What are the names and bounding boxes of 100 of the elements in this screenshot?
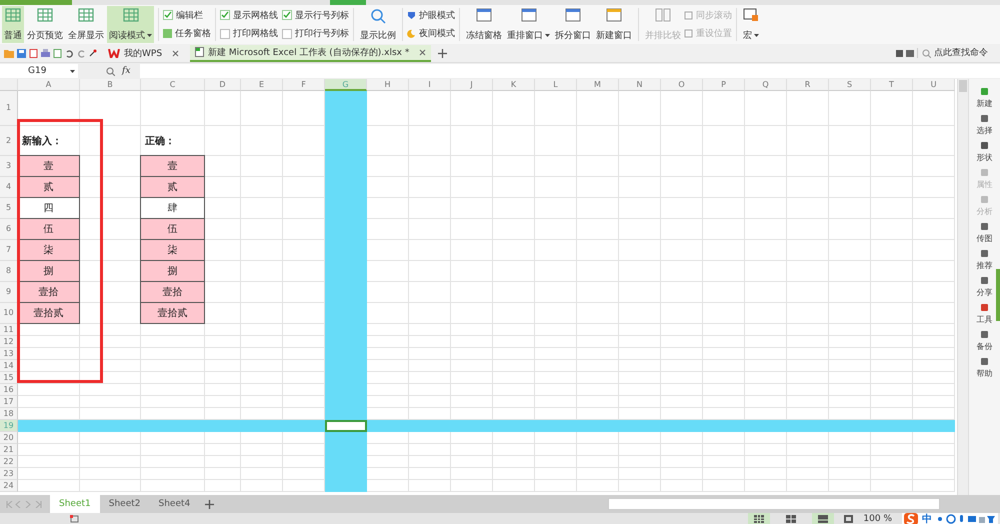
view-mode-button[interactable]: 全屏显示 [66, 6, 106, 43]
checkbox[interactable] [220, 10, 230, 20]
row-header[interactable]: 3 [0, 156, 18, 177]
pin-icon[interactable] [89, 49, 97, 57]
sidebar-button[interactable]: 分享 [976, 276, 992, 298]
row-header[interactable]: 20 [0, 432, 18, 444]
column-header[interactable]: U [913, 79, 955, 91]
sidebar-button[interactable]: 工具 [976, 303, 992, 325]
window-button[interactable]: 新建窗口 [594, 6, 634, 43]
column-header[interactable]: A [18, 79, 80, 91]
row-header[interactable]: 9 [0, 282, 18, 303]
panel-toggle[interactable]: 编辑栏 [163, 8, 211, 22]
active-cell[interactable] [325, 420, 367, 432]
row-header[interactable]: 11 [0, 324, 18, 336]
column-header[interactable]: R [787, 79, 829, 91]
column-header[interactable]: G [325, 79, 367, 91]
column-header[interactable]: E [241, 79, 283, 91]
small-square-icon[interactable] [896, 50, 903, 56]
row-header[interactable]: 22 [0, 456, 18, 468]
eye-protection-icon[interactable] [844, 515, 854, 523]
column-header[interactable]: H [367, 79, 409, 91]
row-header[interactable]: 15 [0, 372, 18, 384]
horizontal-scrollbar[interactable] [608, 498, 940, 510]
sidebar-handle[interactable] [996, 269, 1000, 321]
row-header[interactable]: 4 [0, 177, 18, 198]
row-header[interactable]: 17 [0, 396, 18, 408]
input-mode-toggle[interactable]: 中 [922, 512, 932, 524]
row-header[interactable]: 14 [0, 360, 18, 372]
name-box[interactable]: G19 [0, 64, 78, 78]
panel-toggle[interactable]: 任务窗格 [163, 27, 211, 40]
row-header[interactable]: 18 [0, 408, 18, 420]
column-header[interactable]: O [661, 79, 703, 91]
row-header[interactable]: 16 [0, 384, 18, 396]
sheet-tab[interactable]: Sheet1 [50, 495, 100, 513]
redo-icon[interactable] [77, 48, 86, 58]
function-label[interactable]: fx [122, 66, 140, 76]
row-header[interactable]: 10 [0, 303, 18, 324]
row-header[interactable]: 8 [0, 261, 18, 282]
checkbox[interactable] [163, 10, 173, 20]
scroll-thumb[interactable] [958, 80, 967, 92]
column-header[interactable]: M [577, 79, 619, 91]
normal-view-button[interactable] [748, 513, 770, 524]
sheet-tab[interactable]: Sheet2 [100, 495, 150, 513]
s-logo-icon[interactable] [904, 513, 918, 524]
column-header[interactable]: S [829, 79, 871, 91]
search-icon[interactable] [106, 66, 115, 76]
display-checkbox[interactable]: 显示行号列标 [282, 8, 349, 22]
display-checkbox[interactable]: 打印网格线 [220, 27, 278, 40]
row-header[interactable]: 2 [0, 126, 18, 156]
row-header[interactable]: 21 [0, 444, 18, 456]
checkbox[interactable] [220, 28, 230, 39]
sidebar-button[interactable]: 选择 [976, 114, 992, 136]
row-header[interactable]: 12 [0, 336, 18, 348]
row-header[interactable]: 19 [0, 420, 18, 432]
display-checkbox[interactable]: 显示网格线 [220, 8, 278, 22]
column-header[interactable]: Q [745, 79, 787, 91]
formula-input[interactable] [140, 64, 1000, 78]
document-tab[interactable]: 我的WPS [103, 44, 184, 62]
window-button[interactable]: 拆分窗口 [553, 6, 593, 43]
sidebar-button[interactable]: 帮助 [976, 357, 992, 379]
vertical-scrollbar[interactable] [957, 79, 968, 495]
pane-icon[interactable] [163, 29, 172, 38]
close-icon[interactable] [172, 50, 180, 56]
view-mode-button[interactable]: 分页预览 [25, 6, 65, 43]
row-header[interactable]: 7 [0, 240, 18, 261]
sheet-tab[interactable]: Sheet4 [150, 495, 200, 513]
print-icon[interactable] [41, 48, 50, 58]
document-icon[interactable] [29, 48, 38, 58]
undo-icon[interactable] [65, 48, 74, 58]
row-header[interactable]: 24 [0, 480, 18, 492]
display-checkbox[interactable]: 打印行号列标 [282, 27, 349, 40]
close-icon[interactable] [419, 48, 426, 56]
sidebar-button[interactable]: 传图 [976, 222, 992, 244]
row-header[interactable]: 13 [0, 348, 18, 360]
zoom-level[interactable]: 100 % [863, 514, 892, 524]
window-button[interactable]: 重排窗口 [505, 6, 552, 43]
checkbox[interactable] [282, 28, 292, 39]
save-icon[interactable] [17, 48, 26, 58]
small-square-icon[interactable] [906, 50, 914, 56]
column-header[interactable]: C [141, 79, 205, 91]
column-header[interactable]: K [493, 79, 535, 91]
row-header[interactable]: 5 [0, 198, 18, 219]
open-folder-icon[interactable] [4, 48, 14, 58]
column-header[interactable]: P [703, 79, 745, 91]
sidebar-button[interactable]: 备份 [976, 330, 992, 352]
column-header[interactable]: J [451, 79, 493, 91]
add-sheet-icon[interactable] [205, 500, 214, 508]
row-header[interactable]: 6 [0, 219, 18, 240]
night-mode-button[interactable]: 夜间模式 [407, 27, 455, 40]
column-header[interactable]: T [871, 79, 913, 91]
column-header[interactable]: D [205, 79, 241, 91]
reading-view-button[interactable] [812, 513, 834, 524]
checkbox[interactable] [282, 10, 292, 20]
new-tab-icon[interactable] [438, 48, 448, 58]
row-header[interactable]: 1 [0, 91, 18, 126]
sidebar-button[interactable]: 形状 [976, 141, 992, 163]
sidebar-button[interactable]: 新建 [976, 87, 992, 109]
macro-button[interactable]: 宏 [741, 6, 761, 43]
view-mode-button[interactable]: 阅读模式 [107, 6, 154, 43]
column-header[interactable]: I [409, 79, 451, 91]
